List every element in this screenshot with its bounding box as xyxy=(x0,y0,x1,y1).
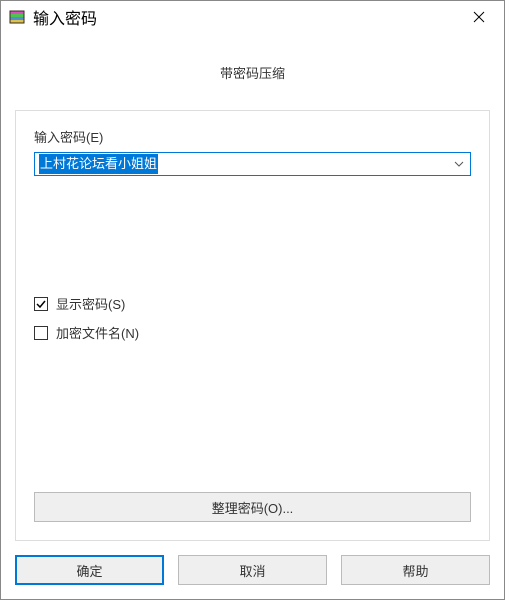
ok-button[interactable]: 确定 xyxy=(15,555,164,585)
password-dropdown-button[interactable] xyxy=(448,153,470,175)
checkmark-icon xyxy=(35,298,47,310)
show-password-label: 显示密码(S) xyxy=(56,294,125,313)
encrypt-filenames-checkbox[interactable]: 加密文件名(N) xyxy=(34,323,471,342)
cancel-button-label: 取消 xyxy=(239,561,265,580)
close-icon xyxy=(473,11,485,23)
help-button-label: 帮助 xyxy=(402,561,428,580)
window-title: 输入密码 xyxy=(33,5,456,29)
manage-passwords-label: 整理密码(O)... xyxy=(212,498,294,517)
winrar-icon xyxy=(9,9,25,25)
spacer xyxy=(34,176,471,294)
ok-button-label: 确定 xyxy=(76,561,102,580)
help-button[interactable]: 帮助 xyxy=(341,555,490,585)
dialog-button-row: 确定 取消 帮助 xyxy=(15,555,490,585)
checkbox-icon xyxy=(34,326,48,340)
checkbox-icon xyxy=(34,297,48,311)
password-input[interactable]: 上村花论坛看小姐姐 xyxy=(35,153,448,175)
close-button[interactable] xyxy=(456,1,502,33)
dialog-content: 带密码压缩 输入密码(E) 上村花论坛看小姐姐 xyxy=(1,33,504,599)
cancel-button[interactable]: 取消 xyxy=(178,555,327,585)
spacer xyxy=(34,352,471,492)
password-panel: 输入密码(E) 上村花论坛看小姐姐 显示密码(S) xyxy=(15,110,490,541)
titlebar: 输入密码 xyxy=(1,1,504,33)
password-dialog: 输入密码 带密码压缩 输入密码(E) 上村花论坛看小姐姐 xyxy=(0,0,505,600)
chevron-down-icon xyxy=(454,161,464,167)
password-input-value: 上村花论坛看小姐姐 xyxy=(39,154,158,174)
password-field-label: 输入密码(E) xyxy=(34,127,471,146)
encrypt-filenames-label: 加密文件名(N) xyxy=(56,323,139,342)
manage-passwords-button[interactable]: 整理密码(O)... xyxy=(34,492,471,522)
dialog-subtitle: 带密码压缩 xyxy=(15,45,490,110)
password-combobox[interactable]: 上村花论坛看小姐姐 xyxy=(34,152,471,176)
show-password-checkbox[interactable]: 显示密码(S) xyxy=(34,294,471,313)
